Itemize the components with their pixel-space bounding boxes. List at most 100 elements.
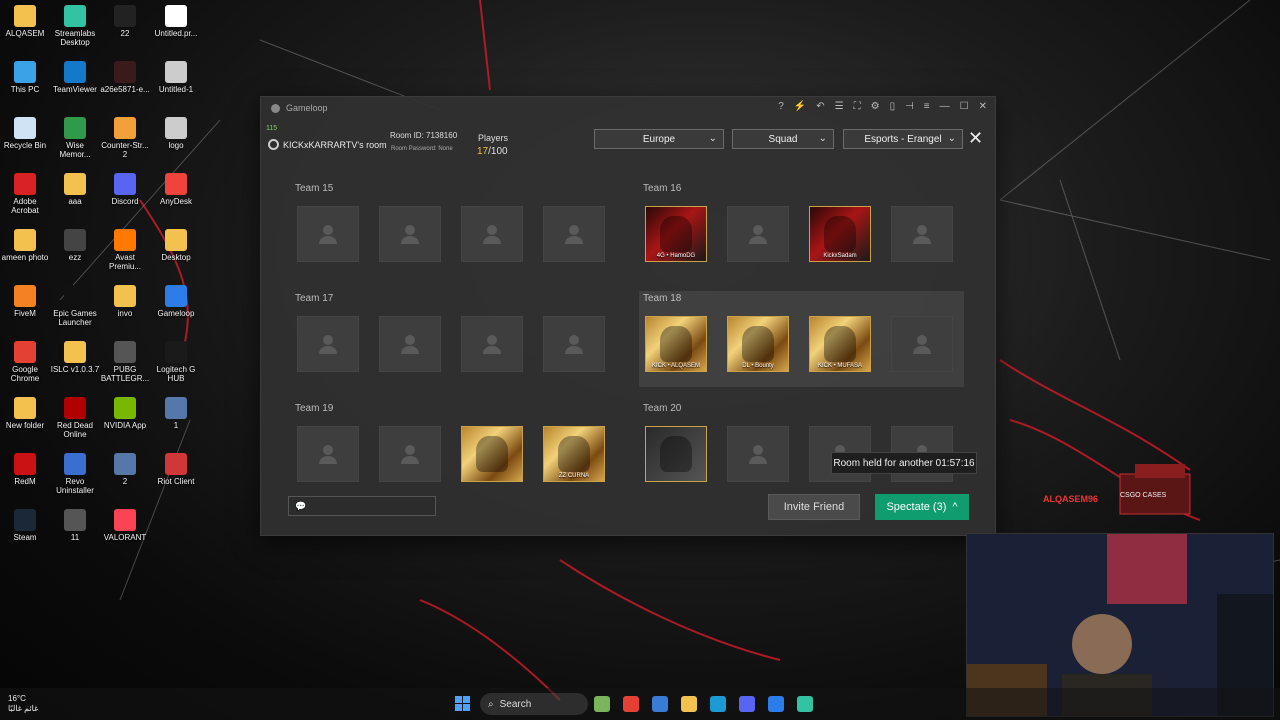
minimize-icon[interactable]: —: [940, 101, 950, 112]
weather-widget[interactable]: 16°C غائم غالبًا: [8, 694, 38, 713]
empty-slot[interactable]: [891, 316, 953, 372]
desktop-icon-item[interactable]: Recycle Bin: [0, 117, 50, 151]
player-slot[interactable]: [461, 426, 523, 482]
team-panel: Team 15: [291, 181, 616, 277]
room-settings-icon[interactable]: [268, 139, 279, 150]
desktop-icon-item[interactable]: ISLC v1.0.3.7: [50, 341, 100, 375]
undo-icon[interactable]: ↶: [816, 101, 824, 112]
widgets-icon[interactable]: [594, 696, 610, 712]
keymap-icon[interactable]: ☰: [835, 101, 844, 112]
desktop-icon-item[interactable]: Counter-Str... 2: [100, 117, 150, 160]
desktop-icon-item[interactable]: Riot Client: [151, 453, 201, 487]
menu-icon[interactable]: ≡: [924, 101, 930, 112]
desktop-icon-item[interactable]: AnyDesk: [151, 173, 201, 207]
desktop-icon-item[interactable]: Gameloop: [151, 285, 201, 319]
empty-slot[interactable]: [891, 206, 953, 262]
chrome-icon[interactable]: [623, 696, 639, 712]
desktop-icon-label: ezz: [68, 253, 82, 262]
empty-slot[interactable]: [297, 206, 359, 262]
boost-icon[interactable]: ⚡: [794, 101, 806, 112]
spectate-button[interactable]: Spectate (3) ^: [875, 494, 969, 520]
empty-slot[interactable]: [297, 426, 359, 482]
desktop-icon-item[interactable]: Avast Premiu...: [100, 229, 150, 272]
desktop-icon-item[interactable]: 22: [100, 5, 150, 39]
player-slot[interactable]: ZZ CURNA: [543, 426, 605, 482]
desktop-icon-label: Untitled-1: [158, 85, 194, 94]
region-dropdown[interactable]: Europe ⌄: [594, 129, 724, 149]
pin-icon[interactable]: ⊣: [905, 101, 914, 112]
fullscreen-icon[interactable]: ⛶: [854, 101, 861, 112]
desktop-icon-item[interactable]: Discord: [100, 173, 150, 207]
close-room-icon[interactable]: ✕: [968, 128, 983, 149]
desktop-icon-item[interactable]: invo: [100, 285, 150, 319]
desktop-icon-item[interactable]: PUBG BATTLEGR...: [100, 341, 150, 384]
player-avatar: [742, 326, 774, 362]
empty-slot[interactable]: [727, 426, 789, 482]
desktop-icon-item[interactable]: New folder: [0, 397, 50, 431]
player-slot[interactable]: KICK • MUFASA: [809, 316, 871, 372]
empty-slot[interactable]: [461, 316, 523, 372]
settings-icon[interactable]: ⚙: [871, 101, 880, 112]
player-slot[interactable]: KICK • ALQASEM: [645, 316, 707, 372]
sidebar-toggle-icon[interactable]: ▯: [890, 101, 896, 112]
desktop-icon-item[interactable]: Logitech G HUB: [151, 341, 201, 384]
desktop-icon-item[interactable]: Revo Uninstaller: [50, 453, 100, 496]
desktop-icon-item[interactable]: RedM: [0, 453, 50, 487]
desktop-icon-item[interactable]: 2: [100, 453, 150, 487]
desktop-icon-item[interactable]: Untitled.pr...: [151, 5, 201, 39]
spectate-label: Spectate (3): [886, 501, 947, 513]
desktop-icon-item[interactable]: Steam: [0, 509, 50, 543]
desktop-icon-item[interactable]: Streamlabs Desktop: [50, 5, 100, 48]
empty-slot[interactable]: [297, 316, 359, 372]
desktop-icon-item[interactable]: ameen photo: [0, 229, 50, 263]
start-button[interactable]: [455, 696, 470, 711]
desktop-icon-item[interactable]: ALQASEM: [0, 5, 50, 39]
promo-brand: CSGO CASES: [1120, 492, 1167, 499]
explorer-icon[interactable]: [681, 696, 697, 712]
desktop-icon-item[interactable]: Wise Memor...: [50, 117, 100, 160]
edge-icon[interactable]: [710, 696, 726, 712]
desktop-icon-item[interactable]: Untitled-1: [151, 61, 201, 95]
desktop-icon-item[interactable]: aaa: [50, 173, 100, 207]
mode-dropdown[interactable]: Squad ⌄: [732, 129, 834, 149]
desktop-icon-item[interactable]: TeamViewer: [50, 61, 100, 95]
desktop-icon-item[interactable]: a26e5871-e...: [100, 61, 150, 95]
desktop-icon-item[interactable]: 1: [151, 397, 201, 431]
empty-slot[interactable]: [379, 316, 441, 372]
empty-slot[interactable]: [543, 316, 605, 372]
desktop-icon-item[interactable]: Desktop: [151, 229, 201, 263]
player-slot[interactable]: [645, 426, 707, 482]
taskbar-search[interactable]: ⌕ Search: [480, 693, 588, 715]
desktop-icon-item[interactable]: FiveM: [0, 285, 50, 319]
desktop-icon-item[interactable]: VALORANT: [100, 509, 150, 543]
empty-slot[interactable]: [543, 206, 605, 262]
desktop-icon-item[interactable]: Epic Games Launcher: [50, 285, 100, 328]
discord-icon[interactable]: [739, 696, 755, 712]
desktop-icon-item[interactable]: NVIDIA App: [100, 397, 150, 431]
desktop-icon-item[interactable]: 11: [50, 509, 100, 543]
empty-slot[interactable]: [379, 206, 441, 262]
invite-friend-button[interactable]: Invite Friend: [768, 494, 860, 520]
player-slot[interactable]: DL • Bounty: [727, 316, 789, 372]
desktop-icon-item[interactable]: logo: [151, 117, 201, 151]
gameloop-icon[interactable]: [768, 696, 784, 712]
weather-text: غائم غالبًا: [8, 703, 39, 713]
empty-slot[interactable]: [461, 206, 523, 262]
desktop-icon-item[interactable]: Red Dead Online: [50, 397, 100, 440]
desktop-icon-item[interactable]: ezz: [50, 229, 100, 263]
desktop-icon-item[interactable]: This PC: [0, 61, 50, 95]
map-dropdown[interactable]: Esports - Erangel ⌄: [843, 129, 963, 149]
desktop-icon-item[interactable]: Google Chrome: [0, 341, 50, 384]
streamlabs-icon[interactable]: [797, 696, 813, 712]
store-icon[interactable]: [652, 696, 668, 712]
empty-slot[interactable]: [727, 206, 789, 262]
desktop-icon-item[interactable]: Adobe Acrobat: [0, 173, 50, 216]
help-icon[interactable]: ?: [778, 101, 784, 112]
chat-input[interactable]: 💬: [288, 496, 436, 516]
player-slot[interactable]: 4G • HamoDG: [645, 206, 707, 262]
player-avatar: [660, 326, 692, 362]
empty-slot[interactable]: [379, 426, 441, 482]
player-slot[interactable]: KickxSadam: [809, 206, 871, 262]
close-window-icon[interactable]: ✕: [979, 101, 987, 112]
maximize-icon[interactable]: ☐: [960, 101, 969, 112]
